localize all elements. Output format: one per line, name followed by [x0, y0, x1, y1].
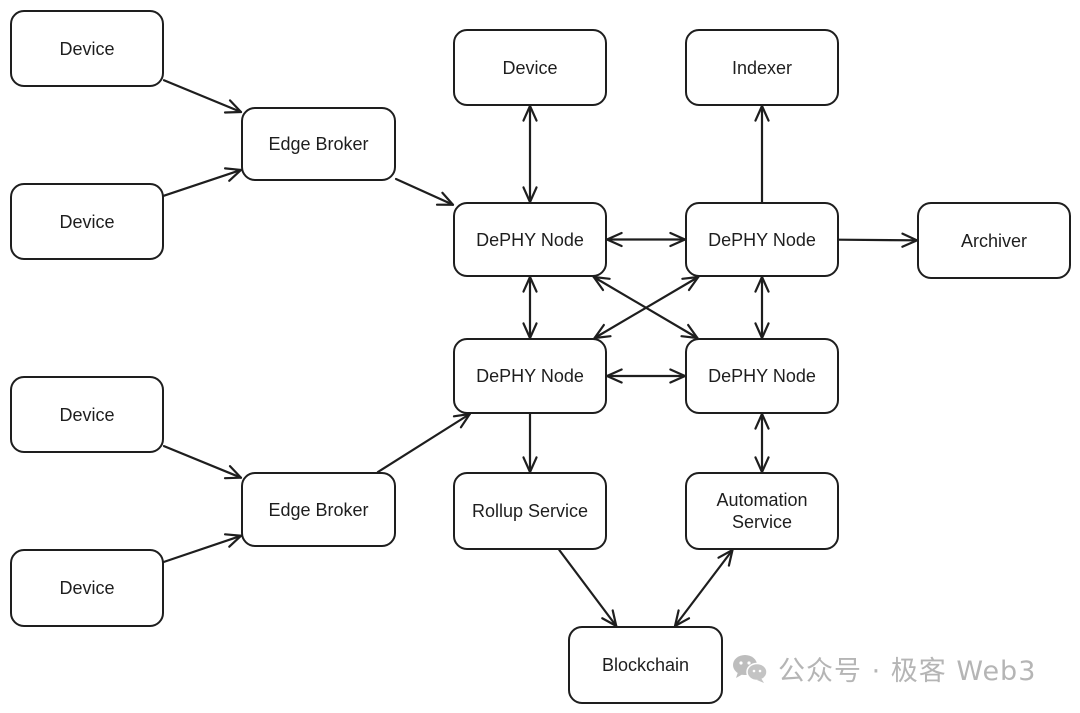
indexer-node: Indexer [685, 29, 839, 106]
node-label: DePHY Node [708, 229, 816, 250]
blockchain-node: Blockchain [568, 626, 723, 704]
node-label: Device [59, 578, 115, 598]
arrowhead [452, 412, 471, 429]
node-label: Device [502, 57, 558, 78]
arrowhead [681, 275, 700, 292]
edge-line [162, 79, 243, 114]
edge-line [162, 444, 243, 479]
edge-edge-broker-1-to-dephy-node-a [394, 177, 455, 206]
device-node: Device [10, 10, 164, 87]
archiver-node: Archiver [917, 202, 1071, 279]
node-label: Device [59, 38, 115, 59]
edge-line [162, 168, 243, 197]
edge-broker-node: Edge Broker [241, 472, 396, 547]
device-node: Device [10, 183, 164, 260]
edge-rollup-service-to-blockchain [558, 548, 618, 628]
watermark-text: 公众号 · 极客 Web3 [778, 655, 1037, 687]
watermark: 公众号 · 极客 Web3 [730, 650, 1037, 687]
edge-line [162, 534, 243, 563]
edge-edge-broker-2-to-dephy-node-c [376, 412, 471, 474]
edge-dephy-node-b-to-archiver [837, 238, 919, 242]
automation-service-node: Automation Service [685, 472, 839, 550]
node-label: Device [59, 404, 115, 425]
edge-line [837, 238, 919, 242]
device-node: Device [10, 549, 164, 627]
rollup-service-node: Rollup Service [453, 472, 607, 550]
node-label: DePHY Node [708, 366, 816, 386]
architecture-diagram: Device Device Edge Broker Device Indexer… [0, 0, 1080, 713]
edge-device-4-to-edge-broker-2 [162, 534, 243, 563]
edge-device-2-to-edge-broker-1 [162, 168, 243, 197]
edge-line [673, 548, 734, 628]
node-label: Blockchain [601, 655, 690, 675]
edge-line [376, 412, 471, 474]
arrowhead [592, 275, 611, 292]
edge-broker-node: Edge Broker [241, 107, 396, 181]
node-label: Archiver [960, 230, 1027, 251]
edge-automation-service-to-blockchain [673, 548, 734, 628]
wechat-icon [730, 652, 770, 684]
edge-device-1-to-edge-broker-1 [162, 79, 243, 114]
node-label: Edge Broker [268, 134, 369, 154]
edge-line [394, 177, 455, 206]
node-label: Device [59, 211, 115, 232]
node-label: DePHY Node [476, 366, 584, 386]
dephy-node: DePHY Node [685, 338, 839, 414]
dephy-node: DePHY Node [453, 202, 607, 277]
node-label: Edge Broker [268, 499, 369, 520]
device-node: Device [453, 29, 607, 106]
edge-line [558, 548, 618, 628]
arrowhead [593, 323, 612, 340]
dephy-node: DePHY Node [685, 202, 839, 277]
node-label: DePHY Node [476, 229, 584, 250]
device-node: Device [10, 376, 164, 453]
edge-device-3-to-edge-broker-2 [162, 444, 243, 479]
node-label: Rollup Service [471, 501, 589, 521]
node-label: Automation Service [716, 490, 808, 532]
arrowhead [680, 323, 699, 340]
node-label: Indexer [731, 57, 793, 78]
dephy-node: DePHY Node [453, 338, 607, 414]
